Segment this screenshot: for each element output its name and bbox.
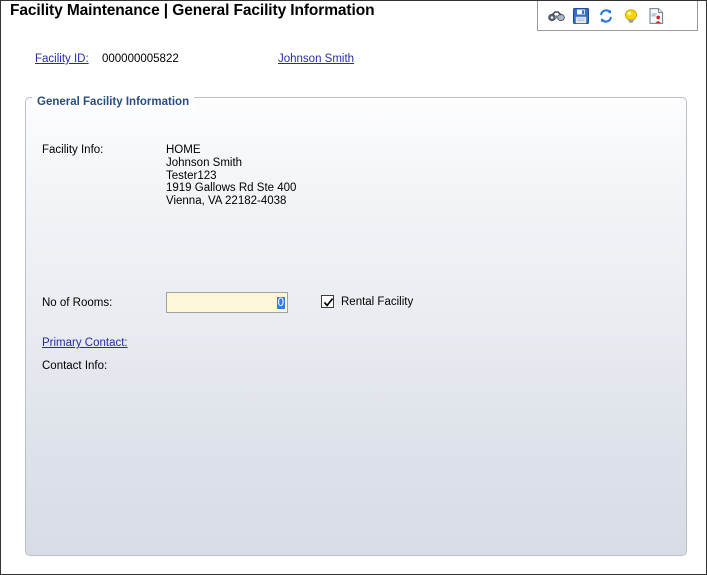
contact-info-label: Contact Info: [42,360,108,372]
facility-id-link[interactable]: Facility ID: [35,53,89,65]
facility-info-value: HOME Johnson Smith Tester123 1919 Gallow… [166,144,297,208]
application-window: Facility Maintenance | General Facility … [0,0,707,575]
rental-facility-field: Rental Facility [321,295,413,308]
facility-info-label: Facility Info: [42,144,104,156]
no-of-rooms-value: 0 [276,296,285,309]
lightbulb-icon[interactable] [622,7,640,25]
refresh-icon[interactable] [597,7,615,25]
save-icon[interactable] [572,7,590,25]
binoculars-icon[interactable] [547,7,565,25]
facility-identity-row: Facility ID: 000000005822 Johnson Smith [1,53,707,71]
panel-legend: General Facility Information [32,96,195,108]
rental-facility-label: Rental Facility [341,295,414,308]
page-title: Facility Maintenance | General Facility … [10,2,375,19]
rental-facility-checkbox[interactable] [321,295,334,308]
owner-name-link[interactable]: Johnson Smith [278,53,354,65]
no-of-rooms-label: No of Rooms: [42,297,113,309]
primary-contact-link[interactable]: Primary Contact: [42,337,128,349]
general-facility-information-panel [25,97,687,556]
report-icon[interactable] [647,7,665,25]
facility-id-value: 000000005822 [102,53,179,65]
toolbar [537,1,698,31]
no-of-rooms-input[interactable]: 0 [166,292,288,313]
checkmark-icon [323,298,334,307]
